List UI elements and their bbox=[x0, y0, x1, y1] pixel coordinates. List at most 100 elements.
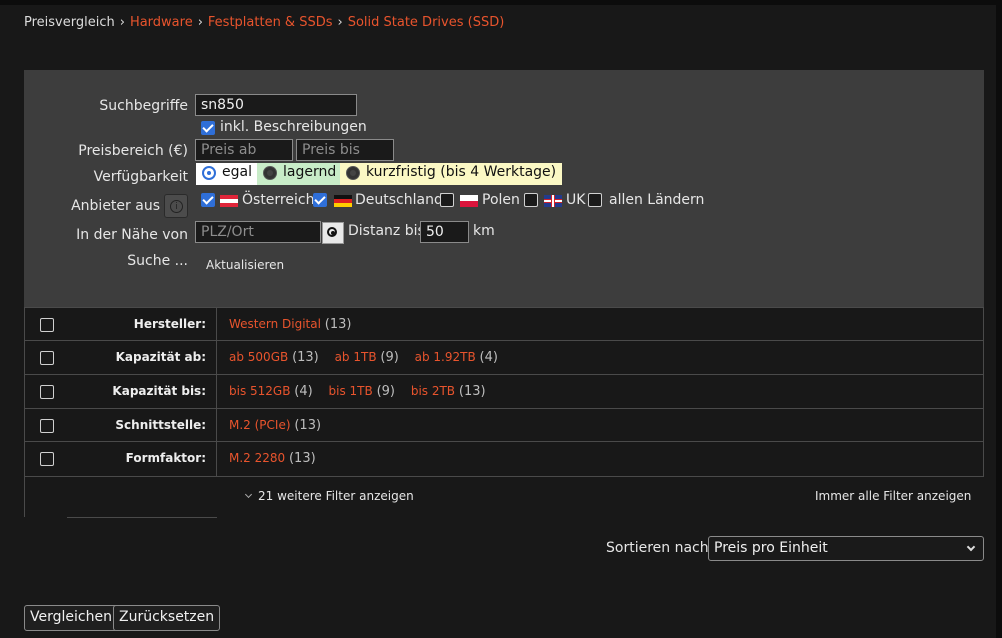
sort-label: Sortieren nach: bbox=[606, 540, 714, 556]
chevron-down-icon bbox=[244, 490, 253, 499]
filter-option-link[interactable]: ab 1.92TB bbox=[415, 350, 476, 364]
filter-option-count: (13) bbox=[324, 317, 352, 332]
reset-button[interactable]: Zurücksetzen bbox=[113, 605, 221, 631]
filter-row-capacity-max: Kapazität bis: bis 512GB (4) bis 1TB (9)… bbox=[24, 374, 984, 409]
filter-option-link[interactable]: bis 1TB bbox=[329, 384, 373, 398]
search-action-label: Suche ... bbox=[127, 253, 188, 269]
filter-option-link[interactable]: ab 1TB bbox=[335, 350, 377, 364]
country-all-checkbox[interactable] bbox=[588, 193, 602, 207]
filter-manufacturer-checkbox[interactable] bbox=[40, 318, 54, 332]
filter-option[interactable]: M.2 (PCIe) (13) bbox=[229, 418, 322, 433]
divider bbox=[216, 409, 217, 443]
filter-interface-label: Schnittstelle: bbox=[115, 418, 206, 432]
filter-option-count: (13) bbox=[458, 384, 486, 399]
filter-option-link[interactable]: M.2 (PCIe) bbox=[229, 418, 291, 432]
breadcrumb-festplatten[interactable]: Festplatten & SSDs bbox=[208, 15, 333, 30]
breadcrumb-root[interactable]: Preisvergleich bbox=[24, 15, 115, 30]
divider bbox=[216, 341, 217, 375]
filter-interface-checkbox[interactable] bbox=[40, 419, 54, 433]
filter-option-link[interactable]: Western Digital bbox=[229, 317, 321, 331]
filter-option[interactable]: Western Digital (13) bbox=[229, 317, 352, 332]
distance-input[interactable] bbox=[420, 221, 469, 243]
near-location-label: In der Nähe von bbox=[76, 227, 188, 243]
filter-option[interactable]: ab 500GB (13) bbox=[229, 350, 319, 365]
price-from-input[interactable] bbox=[195, 139, 293, 161]
austria-flag-icon bbox=[220, 195, 238, 207]
filter-option[interactable]: bis 512GB (4) bbox=[229, 384, 313, 399]
poland-flag-icon bbox=[460, 195, 478, 207]
filter-row-manufacturer: Hersteller: Western Digital (13) bbox=[24, 307, 984, 342]
availability-kurzfristig-label: kurzfristig (bis 4 Werktage) bbox=[366, 164, 557, 180]
compare-button[interactable]: Vergleichen bbox=[24, 605, 118, 631]
filter-option-link[interactable]: bis 512GB bbox=[229, 384, 290, 398]
filter-row-interface: Schnittstelle: M.2 (PCIe) (13) bbox=[24, 408, 984, 443]
filter-option[interactable]: ab 1TB (9) bbox=[335, 350, 399, 365]
filter-option-count: (13) bbox=[288, 451, 316, 466]
search-term-input[interactable] bbox=[195, 94, 357, 116]
filter-bottom-border bbox=[24, 476, 984, 477]
germany-flag-icon bbox=[334, 195, 352, 207]
filter-manufacturer-label: Hersteller: bbox=[133, 317, 206, 331]
sort-selected-value: Preis pro Einheit bbox=[714, 540, 828, 556]
location-input[interactable] bbox=[195, 221, 321, 243]
filter-option-count: (4) bbox=[294, 384, 313, 399]
breadcrumb-ssd[interactable]: Solid State Drives (SSD) bbox=[348, 15, 505, 30]
filter-row-capacity-min: Kapazität ab: ab 500GB (13) ab 1TB (9) a… bbox=[24, 340, 984, 375]
filter-option-count: (9) bbox=[380, 350, 399, 365]
filter-capacity-min-checkbox[interactable] bbox=[40, 351, 54, 365]
filter-option[interactable]: M.2 2280 (13) bbox=[229, 451, 316, 466]
divider bbox=[67, 517, 217, 518]
filter-option[interactable]: ab 1.92TB (4) bbox=[415, 350, 498, 365]
filter-option-count: (9) bbox=[376, 384, 395, 399]
availability-egal-label: egal bbox=[222, 164, 252, 180]
filter-row-formfactor: Formfaktor: M.2 2280 (13) bbox=[24, 441, 984, 476]
radio-icon bbox=[346, 166, 360, 180]
more-filters-toggle[interactable]: 21 weitere Filter anzeigen bbox=[244, 489, 414, 503]
search-term-label: Suchbegriffe bbox=[99, 98, 188, 114]
price-to-input[interactable] bbox=[296, 139, 394, 161]
country-at-checkbox[interactable] bbox=[201, 193, 215, 207]
breadcrumb-hardware[interactable]: Hardware bbox=[130, 15, 193, 30]
availability-lagernd-label: lagernd bbox=[283, 164, 337, 180]
country-de-label: Deutschland bbox=[355, 192, 443, 208]
uk-flag-icon bbox=[544, 195, 562, 207]
country-uk-checkbox[interactable] bbox=[524, 193, 538, 207]
filter-capacity-max-checkbox[interactable] bbox=[40, 385, 54, 399]
breadcrumb-separator: › bbox=[119, 15, 125, 30]
breadcrumb: Preisvergleich › Hardware › Festplatten & SS… bbox=[24, 15, 504, 30]
vendor-info-button[interactable]: i bbox=[164, 194, 188, 218]
incl-description-checkbox[interactable] bbox=[201, 121, 215, 135]
availability-egal-radio[interactable]: egal bbox=[196, 163, 258, 185]
distance-label: Distanz bis bbox=[348, 223, 425, 239]
right-border bbox=[996, 0, 1002, 638]
filter-option-count: (4) bbox=[479, 350, 498, 365]
country-de-checkbox[interactable] bbox=[313, 193, 327, 207]
info-icon: i bbox=[170, 200, 183, 213]
radio-selected-icon bbox=[202, 166, 216, 180]
filter-option[interactable]: bis 2TB (13) bbox=[411, 384, 486, 399]
locate-me-icon[interactable] bbox=[322, 222, 344, 244]
filter-capacity-max-label: Kapazität bis: bbox=[112, 384, 206, 398]
refresh-button[interactable]: Aktualisieren bbox=[206, 258, 284, 272]
breadcrumb-separator: › bbox=[337, 15, 343, 30]
filter-formfactor-label: Formfaktor: bbox=[125, 451, 206, 465]
top-border bbox=[0, 0, 1002, 5]
filter-option-link[interactable]: ab 500GB bbox=[229, 350, 288, 364]
filter-option-link[interactable]: M.2 2280 bbox=[229, 451, 285, 465]
availability-lagernd-radio[interactable]: lagernd bbox=[257, 163, 343, 185]
search-panel: Suchbegriffe inkl. Beschreibungen Preisb… bbox=[24, 70, 984, 308]
availability-kurzfristig-radio[interactable]: kurzfristig (bis 4 Werktage) bbox=[340, 163, 563, 185]
filter-option[interactable]: bis 1TB (9) bbox=[329, 384, 395, 399]
breadcrumb-separator: › bbox=[197, 15, 203, 30]
sort-select[interactable]: Preis pro Einheit bbox=[708, 536, 984, 561]
more-filters-label: 21 weitere Filter anzeigen bbox=[258, 489, 414, 503]
filter-option-count: (13) bbox=[294, 418, 322, 433]
availability-label: Verfügbarkeit bbox=[93, 169, 188, 185]
filter-formfactor-checkbox[interactable] bbox=[40, 452, 54, 466]
filter-option-link[interactable]: bis 2TB bbox=[411, 384, 455, 398]
always-show-filters-link[interactable]: Immer alle Filter anzeigen bbox=[815, 489, 971, 503]
price-range-label: Preisbereich (€) bbox=[78, 143, 188, 159]
radio-icon bbox=[263, 166, 277, 180]
country-all-label: allen Ländern bbox=[609, 192, 705, 208]
country-pl-checkbox[interactable] bbox=[440, 193, 454, 207]
